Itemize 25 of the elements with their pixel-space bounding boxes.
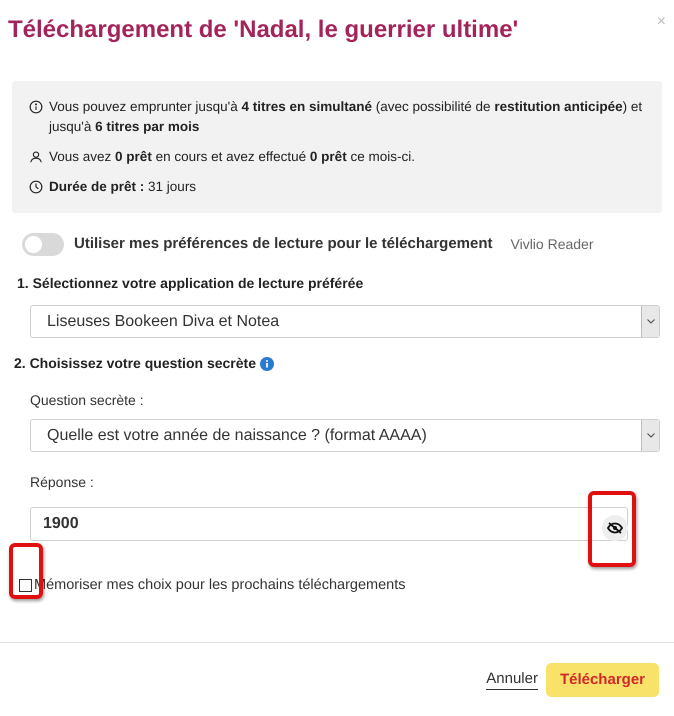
info-text: Vous pouvez emprunter jusqu'à 4 titres en simultané (avec possibilité de restitution anticipée) et jusqu'à 6 titres par mois <box>49 98 644 136</box>
dialog-title: Téléchargement de 'Nadal, le guerrier ultime' <box>8 15 518 45</box>
answer-input[interactable]: 1900 <box>30 507 628 541</box>
hide-password-button[interactable] <box>602 515 628 541</box>
field-label: Question secrète : <box>29 391 145 410</box>
toggle-switch[interactable] <box>22 233 64 256</box>
clock-icon <box>29 180 43 194</box>
eye-slash-icon <box>607 522 623 534</box>
section-heading: 2. Choisissez votre question secrète <box>14 354 256 373</box>
chevron-down-icon <box>646 433 654 438</box>
user-icon <box>29 150 43 164</box>
secret-question-select[interactable]: Quelle est votre année de naissance ? (format AAAA) <box>30 419 660 452</box>
cancel-link[interactable]: Annuler <box>486 669 538 690</box>
remember-checkbox[interactable] <box>19 579 32 592</box>
toggle-label: Utiliser mes préférences de lecture pour le téléchargement <box>74 234 492 254</box>
reading-app-select[interactable]: Liseuses Bookeen Diva et Notea <box>30 305 660 338</box>
section-heading: 1. Sélectionnez votre application de lecture préférée <box>16 274 364 293</box>
field-label: Réponse : <box>29 473 95 492</box>
info-text: Vous avez 0 prêt en cours et avez effectué 0 prêt ce mois-ci. <box>49 148 415 166</box>
info-icon <box>29 100 43 114</box>
info-text: Durée de prêt : 31 jours <box>49 178 196 196</box>
download-button[interactable]: Télécharger <box>546 662 659 697</box>
chevron-down-icon <box>646 319 654 324</box>
info-icon[interactable] <box>260 356 274 370</box>
reader-app-label: Vivlio Reader <box>510 235 594 254</box>
